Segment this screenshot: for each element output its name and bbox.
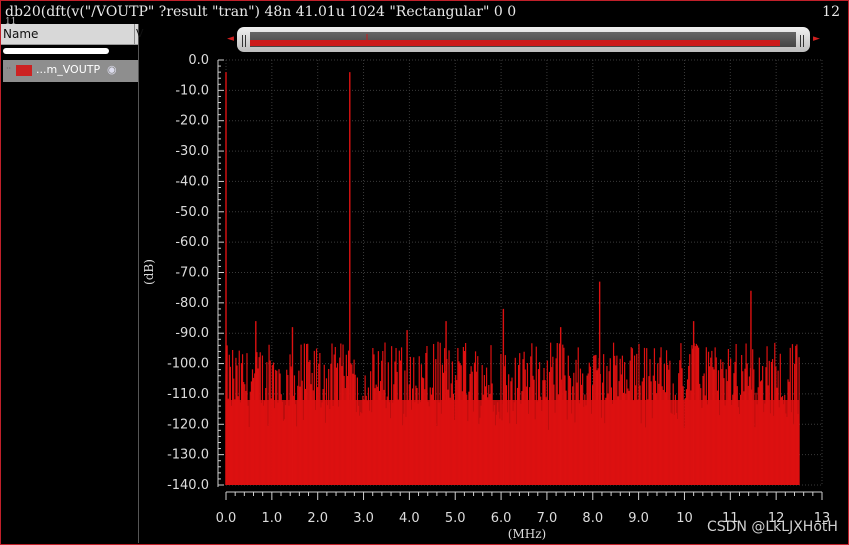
- x-tick-label: 8.0: [582, 511, 603, 526]
- x-tick-label: 1.0: [262, 511, 283, 526]
- y-tick-label: -40.0: [175, 174, 209, 189]
- x-tick-label: 3.0: [353, 511, 374, 526]
- y-tick-label: -140.0: [167, 478, 209, 493]
- y-tick-label: 0.0: [188, 53, 209, 68]
- x-tick-label: 0.0: [216, 511, 237, 526]
- noise-floor-fill: [226, 400, 800, 485]
- y-tick-label: -80.0: [175, 296, 209, 311]
- x-axis-label: (MHz): [508, 527, 546, 541]
- y-tick-label: -130.0: [167, 448, 209, 463]
- y-tick-label: -110.0: [167, 387, 209, 402]
- x-tick-label: 9.0: [628, 511, 649, 526]
- y-tick-label: -120.0: [167, 417, 209, 432]
- y-tick-label: -50.0: [175, 205, 209, 220]
- watermark-text: CSDN @LkLJXHotH: [707, 519, 838, 535]
- spectrum-bars: [225, 72, 800, 485]
- x-tick-label: 4.0: [399, 511, 420, 526]
- y-tick-label: -10.0: [175, 83, 209, 98]
- y-tick-label: -30.0: [175, 144, 209, 159]
- y-tick-label: -90.0: [175, 326, 209, 341]
- y-axis-label: (dB): [142, 259, 156, 285]
- x-tick-label: 10: [676, 511, 693, 526]
- y-tick-label: -60.0: [175, 235, 209, 250]
- y-tick-label: -70.0: [175, 266, 209, 281]
- spectrum-plot: 0.0 -10.0 -20.0 -30.0 -40.0 -50.0 -60.0 -70.0 -8…: [142, 53, 830, 541]
- x-tick-label: 5.0: [445, 511, 466, 526]
- x-tick-label: 6.0: [491, 511, 512, 526]
- x-tick-label: 7.0: [537, 511, 558, 526]
- y-tick-label: -20.0: [175, 114, 209, 129]
- x-tick-label: 2.0: [307, 511, 328, 526]
- y-tick-label: -100.0: [167, 357, 209, 372]
